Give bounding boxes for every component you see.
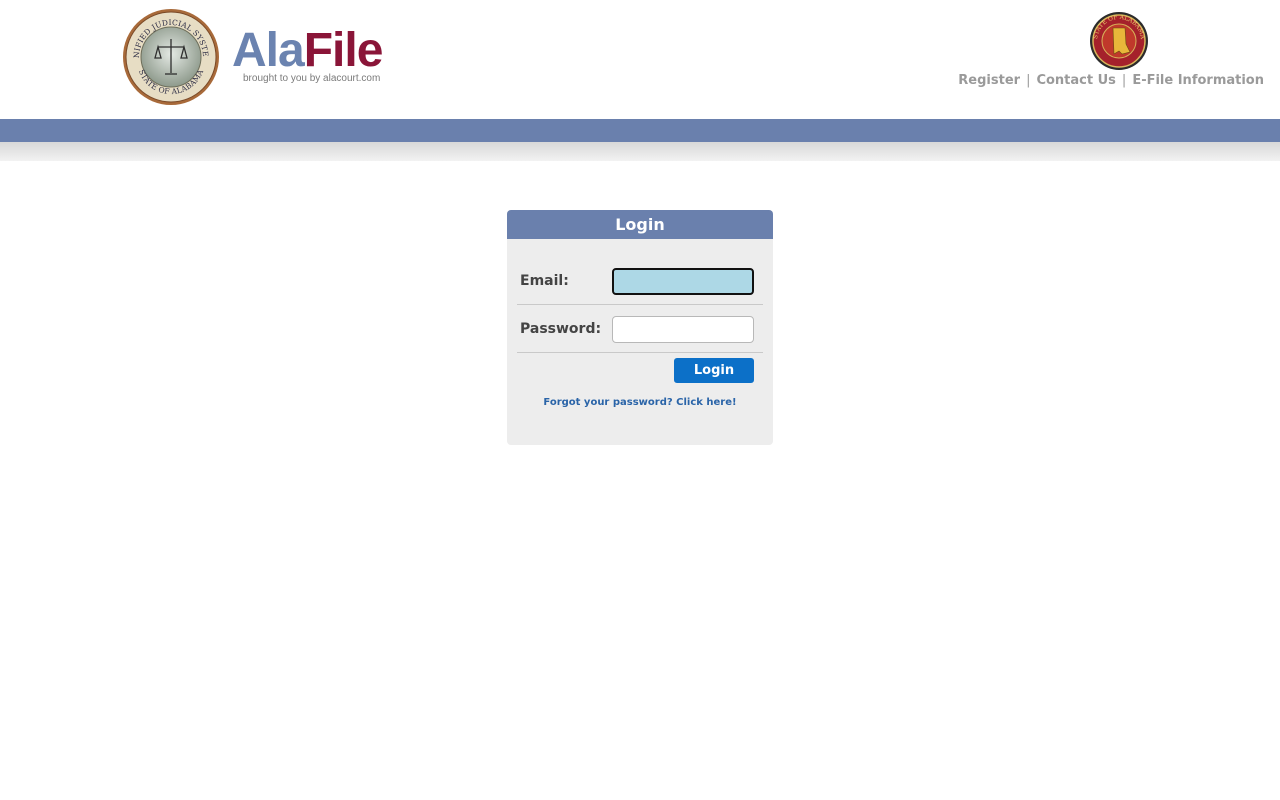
brand-name-ala: Ala	[232, 24, 305, 77]
email-label: Email:	[520, 273, 569, 289]
brand-name-file: File	[303, 24, 384, 77]
password-label: Password:	[520, 321, 602, 337]
nav-separator: |	[1121, 73, 1127, 88]
email-input[interactable]	[612, 268, 754, 295]
login-panel: Login Email: Password: Login Forgot your…	[507, 210, 773, 445]
brand-tagline: brought to you by alacourt.com	[243, 73, 381, 84]
register-link[interactable]: Register	[958, 73, 1020, 88]
alabama-state-seal-logo: STATE OF ALABAMA	[1090, 12, 1148, 70]
efile-information-link[interactable]: E-File Information	[1132, 73, 1264, 88]
login-panel-title: Login	[507, 210, 773, 239]
password-input[interactable]	[612, 316, 754, 343]
site-header: UNIFIED JUDICIAL SYSTEM STATE OF ALABAMA…	[0, 0, 1280, 119]
contact-us-link[interactable]: Contact Us	[1036, 73, 1115, 88]
top-nav-links: Register | Contact Us | E-File Information	[958, 73, 1264, 88]
alafile-logo[interactable]: AlaFile brought to you by alacourt.com	[232, 24, 384, 85]
header-blue-band	[0, 119, 1280, 142]
password-row: Password:	[517, 306, 763, 353]
header-gray-band	[0, 142, 1280, 161]
brand-name: AlaFile	[232, 24, 384, 77]
login-button[interactable]: Login	[674, 358, 754, 383]
email-row: Email:	[517, 258, 763, 305]
forgot-password-link[interactable]: Forgot your password? Click here!	[507, 397, 773, 408]
nav-separator: |	[1026, 73, 1031, 88]
judicial-seal-logo: UNIFIED JUDICIAL SYSTEM STATE OF ALABAMA	[122, 8, 219, 105]
